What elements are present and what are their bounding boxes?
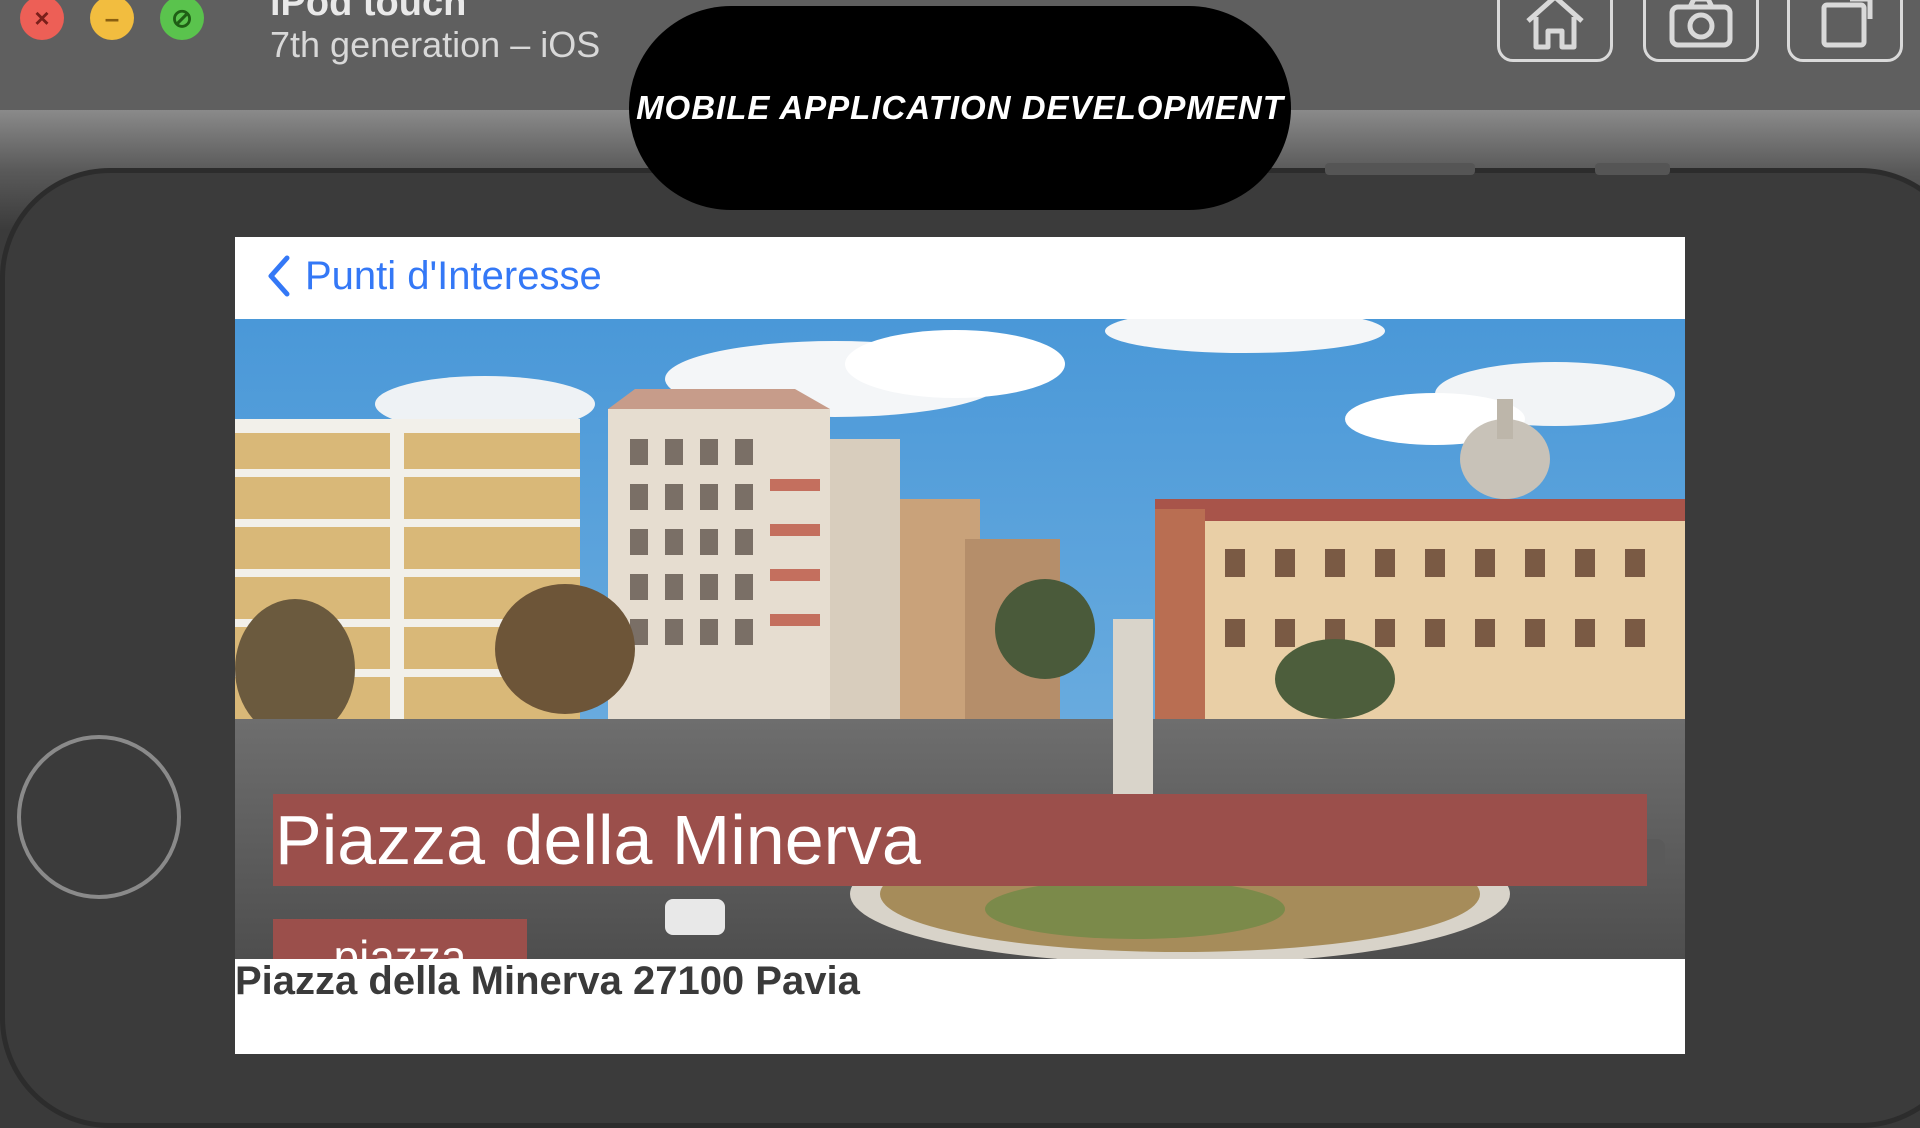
simulator-screenshot-button[interactable] <box>1643 0 1759 62</box>
volume-button <box>1325 163 1475 175</box>
simulator-home-button[interactable] <box>1497 0 1613 62</box>
camera-icon <box>1669 0 1733 48</box>
chevron-left-icon <box>265 254 291 298</box>
minimize-icon: – <box>104 2 120 33</box>
close-icon: × <box>34 2 50 33</box>
caption-text: MOBILE APPLICATION DEVELOPMENT <box>636 89 1284 126</box>
rotate-icon <box>1821 0 1873 48</box>
power-button <box>1595 163 1670 175</box>
device-home-button[interactable] <box>17 735 181 899</box>
back-button[interactable]: Punti d'Interesse <box>265 251 602 301</box>
minimize-window-button[interactable]: – <box>90 0 134 40</box>
device-screen: Punti d'Interesse Piazza della Minerva p… <box>235 237 1685 1054</box>
device-name: iPod touch <box>270 0 467 24</box>
zoom-window-button[interactable]: ⊘ <box>160 0 204 40</box>
caption-banner: MOBILE APPLICATION DEVELOPMENT <box>629 6 1291 210</box>
zoom-icon: ⊘ <box>171 2 193 33</box>
poi-category-badge: piazza <box>273 919 527 959</box>
device-subtitle: 7th generation – iOS <box>270 24 601 65</box>
simulator-rotate-button[interactable] <box>1787 0 1903 62</box>
home-icon <box>1526 0 1584 50</box>
poi-title: Piazza della Minerva <box>273 794 1647 886</box>
close-window-button[interactable]: × <box>20 0 64 40</box>
poi-address: Piazza della Minerva 27100 Pavia <box>235 959 860 1003</box>
navigation-bar: Punti d'Interesse <box>235 237 1685 317</box>
poi-photo: Piazza della Minerva piazza <box>235 319 1685 959</box>
back-button-label: Punti d'Interesse <box>305 253 602 298</box>
